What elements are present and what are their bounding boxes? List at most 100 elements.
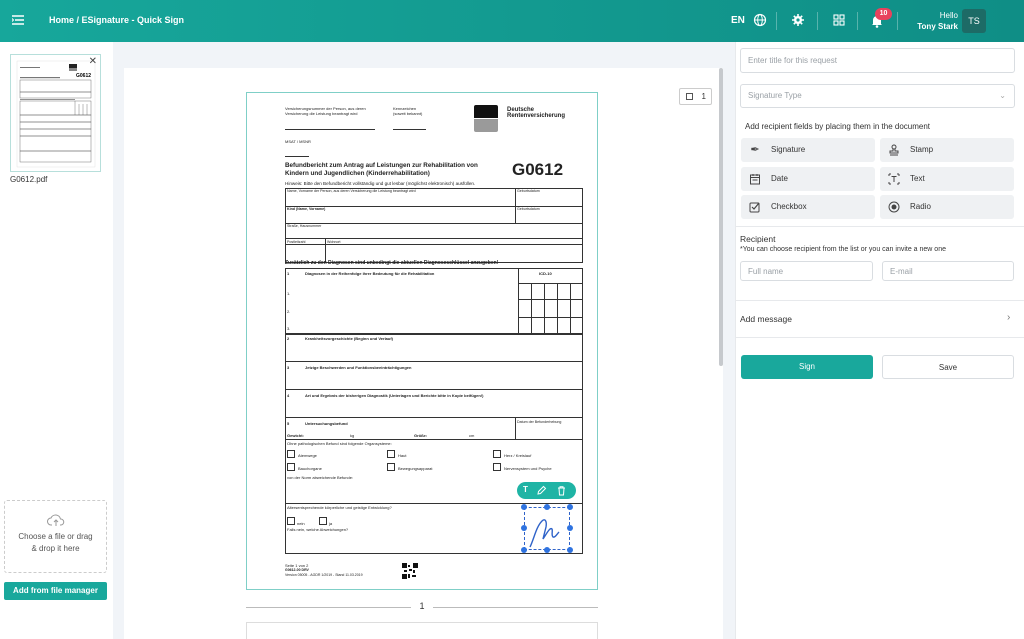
request-title-input[interactable] [748,49,1014,72]
language-selector[interactable]: EN [731,15,745,26]
add-from-file-manager-button[interactable]: Add from file manager [4,582,107,600]
stamp-icon [888,144,900,156]
doc-checkbox[interactable] [387,463,395,471]
file-dropzone[interactable]: Choose a file or drag & drop it here [4,500,107,573]
doc-checkbox[interactable] [287,517,295,525]
recipient-note: *You can choose recipient from the list … [740,246,946,253]
pencil-icon[interactable] [536,485,547,496]
close-icon[interactable]: ✕ [89,56,97,67]
doc-field-label: Geburtsdatum [517,189,540,193]
doc-field-label: Wohnort [327,240,341,244]
doc-section-number: 4 [287,393,290,398]
doc-line [285,156,309,157]
chevron-right-icon[interactable]: › [1007,312,1010,323]
field-stamp[interactable]: Stamp [880,138,1014,162]
doc-section-number: 1 [287,271,290,276]
doc-line [570,283,571,334]
page-icon [686,93,693,100]
doc-diag-line: 2. [287,309,291,314]
doc-field-label: Ohne pathologischen Befund sind folgende… [287,441,392,446]
save-button[interactable]: Save [882,355,1014,379]
field-checkbox[interactable]: Checkbox [741,195,875,219]
doc-icd-label: ICD-10 [539,271,552,276]
avatar[interactable]: TS [962,9,986,33]
doc-label: (soweit bekannt) [393,111,423,116]
doc-checkbox[interactable] [493,463,501,471]
globe-icon[interactable] [753,13,767,27]
drv-logo-bottom [474,119,498,132]
doc-field-label: Postleitzahl [287,240,306,244]
top-bar: Home / ESignature - Quick Sign EN 10 Hel… [0,0,1024,42]
sign-button[interactable]: Sign [741,355,873,379]
doc-checkbox-label: Nervensystem und Psyche [504,466,552,471]
radio-icon [888,201,900,213]
full-name-input[interactable] [748,262,872,280]
breadcrumb[interactable]: Home / ESignature - Quick Sign [49,15,184,25]
doc-section-number: 5 [287,421,290,426]
doc-section-number: 2 [287,336,290,341]
page-number: 1 [246,601,598,613]
doc-label: MSAT / MSNR [285,139,311,144]
thumbnail-preview: G0612 [16,60,96,168]
page-counter-value: 1 [701,92,706,101]
doc-diag-line: 3. [287,326,291,331]
doc-checkbox[interactable] [287,450,295,458]
email-field[interactable] [882,261,1014,281]
divider [817,12,818,30]
doc-hint: Hinweis: Bitte den Befundbericht vollstä… [285,181,476,186]
page-thumbnail[interactable]: ✕ G0612 [10,54,101,172]
text-icon [888,173,900,185]
doc-diag-line: 1. [287,291,291,296]
doc-unit: kg [350,433,355,438]
trash-icon[interactable] [556,485,567,496]
field-date[interactable]: Date [741,167,875,191]
doc-checkbox[interactable] [387,450,395,458]
doc-checkbox[interactable] [493,450,501,458]
next-page-preview [246,622,598,639]
field-signature[interactable]: ✒ Signature [741,138,875,162]
user-greeting: Hello Tony Stark [905,10,958,32]
text-tool-icon[interactable]: T [523,485,528,494]
drv-logo-top [474,105,498,118]
doc-line [285,439,583,440]
cloud-upload-icon [46,514,64,526]
signature-type-placeholder: Signature Type [748,91,802,100]
apps-grid-icon[interactable] [832,13,846,27]
greeting-text: Hello [939,11,958,20]
doc-line [557,283,558,334]
signature-type-select[interactable]: Signature Type ⌄ [740,84,1015,108]
full-name-field[interactable] [740,261,873,281]
menu-icon[interactable] [12,14,24,26]
doc-section-title: Diagnosen in der Reihenfolge ihrer Bedeu… [305,271,435,276]
doc-field-label: Straße, Hausnummer [287,224,322,228]
checkbox-icon [749,201,761,213]
doc-line [518,283,583,284]
doc-checkbox[interactable] [287,463,295,471]
user-name: Tony Stark [917,22,958,31]
vertical-scrollbar[interactable] [719,68,723,366]
notification-badge: 10 [875,8,892,20]
doc-checkbox[interactable] [319,517,327,525]
dropzone-text-line1: Choose a file or drag [18,532,93,541]
drv-logo-text: Rentenversicherung [507,113,566,119]
doc-line [544,283,545,334]
doc-section-title: Untersuchungsbefund [305,421,348,426]
field-text[interactable]: Text [880,167,1014,191]
dropzone-text-line2: & drop it here [31,544,80,553]
doc-checkbox-label: Bewegungsapparat [398,466,433,471]
signature-icon: ✒ [750,144,760,156]
email-input[interactable] [890,262,1013,280]
gear-icon[interactable] [791,13,805,27]
add-message-toggle[interactable]: Add message [740,314,792,324]
field-radio[interactable]: Radio [880,195,1014,219]
field-label: Checkbox [771,202,807,211]
doc-line [285,129,375,130]
doc-field-label: Gewicht: [287,433,304,438]
page-counter[interactable]: 1 [679,88,712,105]
doc-checkbox-label: Bauchorgane [298,466,322,471]
field-label: Date [771,174,788,183]
signature-handles[interactable] [520,503,574,554]
request-title-field[interactable] [740,48,1015,73]
doc-field-label: Geburtsdatum [517,207,540,211]
field-label: Radio [910,202,931,211]
